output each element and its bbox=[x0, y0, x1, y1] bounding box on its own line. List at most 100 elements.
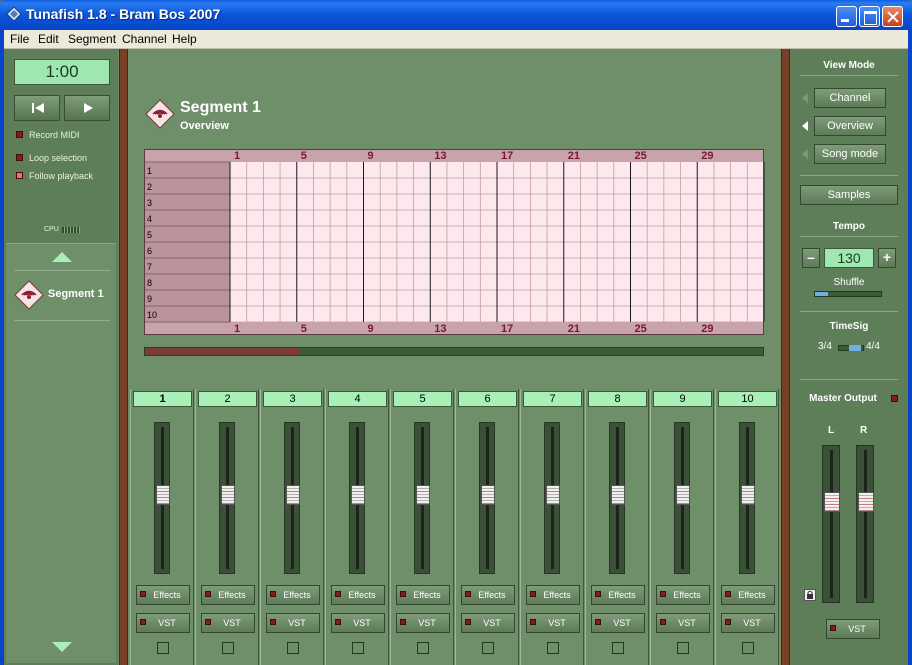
menu-help[interactable]: Help bbox=[172, 32, 197, 46]
scroll-up-arrow-icon[interactable] bbox=[52, 252, 72, 262]
channel-effects-button[interactable]: Effects bbox=[266, 585, 320, 605]
channel-vst-button[interactable]: VST bbox=[591, 613, 645, 633]
grid-row-label[interactable] bbox=[144, 177, 231, 195]
play-button[interactable] bbox=[64, 95, 110, 121]
channel-effects-button[interactable]: Effects bbox=[591, 585, 645, 605]
close-button[interactable] bbox=[882, 6, 903, 27]
minimize-button[interactable] bbox=[836, 6, 857, 27]
channel-vst-button[interactable]: VST bbox=[656, 613, 710, 633]
shuffle-slider[interactable] bbox=[814, 291, 882, 297]
title-bar[interactable]: Tunafish 1.8 - Bram Bos 2007 bbox=[0, 0, 912, 30]
menu-edit[interactable]: Edit bbox=[38, 32, 59, 46]
channel-vst-button[interactable]: VST bbox=[721, 613, 775, 633]
master-right-fader[interactable] bbox=[856, 445, 874, 603]
channel-vst-button[interactable]: VST bbox=[201, 613, 255, 633]
channel-volume-fader[interactable] bbox=[674, 422, 690, 574]
channel-fader-knob[interactable] bbox=[611, 485, 625, 505]
channel-select-button[interactable]: 4 bbox=[328, 391, 387, 407]
channel-vst-button[interactable]: VST bbox=[526, 613, 580, 633]
grid-row-label[interactable] bbox=[144, 241, 231, 259]
grid-row-label[interactable] bbox=[144, 273, 231, 291]
channel-select-button[interactable]: 8 bbox=[588, 391, 647, 407]
channel-select-button[interactable]: 10 bbox=[718, 391, 777, 407]
menu-channel[interactable]: Channel bbox=[122, 32, 167, 46]
grid-row-label[interactable] bbox=[144, 193, 231, 211]
master-output-led[interactable] bbox=[891, 395, 898, 402]
channel-volume-fader[interactable] bbox=[479, 422, 495, 574]
channel-select-button[interactable]: 1 bbox=[133, 391, 192, 407]
channel-effects-button[interactable]: Effects bbox=[721, 585, 775, 605]
channel-checkbox[interactable] bbox=[677, 642, 689, 654]
channel-effects-button[interactable]: Effects bbox=[656, 585, 710, 605]
lock-icon[interactable] bbox=[804, 589, 816, 601]
channel-volume-fader[interactable] bbox=[414, 422, 430, 574]
grid-row-label[interactable] bbox=[144, 257, 231, 275]
channel-fader-knob[interactable] bbox=[351, 485, 365, 505]
channel-checkbox[interactable] bbox=[157, 642, 169, 654]
channel-checkbox[interactable] bbox=[287, 642, 299, 654]
overview-grid[interactable]: 1234567891011559913131717212125252929333… bbox=[144, 149, 765, 339]
channel-fader-knob[interactable] bbox=[481, 485, 495, 505]
channel-fader-knob[interactable] bbox=[286, 485, 300, 505]
channel-vst-button[interactable]: VST bbox=[461, 613, 515, 633]
record-midi-toggle[interactable] bbox=[16, 131, 23, 138]
playback-progress-bar[interactable] bbox=[144, 347, 764, 356]
loop-selection-toggle[interactable] bbox=[16, 154, 23, 161]
rewind-button[interactable] bbox=[14, 95, 60, 121]
channel-vst-button[interactable]: VST bbox=[331, 613, 385, 633]
scroll-down-arrow-icon[interactable] bbox=[52, 642, 72, 652]
samples-button[interactable]: Samples bbox=[800, 185, 898, 205]
channel-volume-fader[interactable] bbox=[609, 422, 625, 574]
channel-fader-knob[interactable] bbox=[416, 485, 430, 505]
channel-volume-fader[interactable] bbox=[349, 422, 365, 574]
grid-row-label[interactable] bbox=[144, 225, 231, 243]
channel-fader-knob[interactable] bbox=[741, 485, 755, 505]
channel-volume-fader[interactable] bbox=[219, 422, 235, 574]
follow-playback-toggle[interactable] bbox=[16, 172, 23, 179]
channel-select-button[interactable]: 2 bbox=[198, 391, 257, 407]
channel-effects-button[interactable]: Effects bbox=[331, 585, 385, 605]
channel-fader-knob[interactable] bbox=[156, 485, 170, 505]
channel-effects-button[interactable]: Effects bbox=[396, 585, 450, 605]
channel-volume-fader[interactable] bbox=[544, 422, 560, 574]
channel-checkbox[interactable] bbox=[417, 642, 429, 654]
segment-list-item[interactable]: Segment 1 bbox=[48, 288, 104, 300]
channel-select-button[interactable]: 5 bbox=[393, 391, 452, 407]
channel-select-button[interactable]: 7 bbox=[523, 391, 582, 407]
channel-effects-button[interactable]: Effects bbox=[136, 585, 190, 605]
channel-checkbox[interactable] bbox=[482, 642, 494, 654]
view-mode-song-button[interactable]: Song mode bbox=[814, 144, 886, 164]
tempo-increase-button[interactable]: + bbox=[878, 248, 896, 268]
master-right-fader-knob[interactable] bbox=[858, 492, 874, 512]
channel-fader-knob[interactable] bbox=[676, 485, 690, 505]
channel-checkbox[interactable] bbox=[352, 642, 364, 654]
view-mode-channel-button[interactable]: Channel bbox=[814, 88, 886, 108]
channel-fader-knob[interactable] bbox=[221, 485, 235, 505]
view-mode-overview-button[interactable]: Overview bbox=[814, 116, 886, 136]
channel-vst-button[interactable]: VST bbox=[266, 613, 320, 633]
channel-effects-button[interactable]: Effects bbox=[461, 585, 515, 605]
channel-volume-fader[interactable] bbox=[154, 422, 170, 574]
channel-effects-button[interactable]: Effects bbox=[201, 585, 255, 605]
channel-fader-knob[interactable] bbox=[546, 485, 560, 505]
channel-volume-fader[interactable] bbox=[284, 422, 300, 574]
timesig-slider[interactable] bbox=[838, 345, 864, 351]
channel-checkbox[interactable] bbox=[742, 642, 754, 654]
tempo-decrease-button[interactable]: – bbox=[802, 248, 820, 268]
channel-effects-button[interactable]: Effects bbox=[526, 585, 580, 605]
channel-checkbox[interactable] bbox=[612, 642, 624, 654]
master-left-fader[interactable] bbox=[822, 445, 840, 603]
channel-checkbox[interactable] bbox=[547, 642, 559, 654]
menu-file[interactable]: File bbox=[10, 32, 29, 46]
channel-vst-button[interactable]: VST bbox=[396, 613, 450, 633]
channel-select-button[interactable]: 6 bbox=[458, 391, 517, 407]
grid-row-label[interactable] bbox=[144, 289, 231, 307]
channel-volume-fader[interactable] bbox=[739, 422, 755, 574]
channel-vst-button[interactable]: VST bbox=[136, 613, 190, 633]
channel-select-button[interactable]: 3 bbox=[263, 391, 322, 407]
maximize-button[interactable] bbox=[859, 6, 880, 27]
channel-checkbox[interactable] bbox=[222, 642, 234, 654]
timesig-slider-knob[interactable] bbox=[849, 345, 861, 351]
master-vst-button[interactable]: VST bbox=[826, 619, 880, 639]
channel-select-button[interactable]: 9 bbox=[653, 391, 712, 407]
